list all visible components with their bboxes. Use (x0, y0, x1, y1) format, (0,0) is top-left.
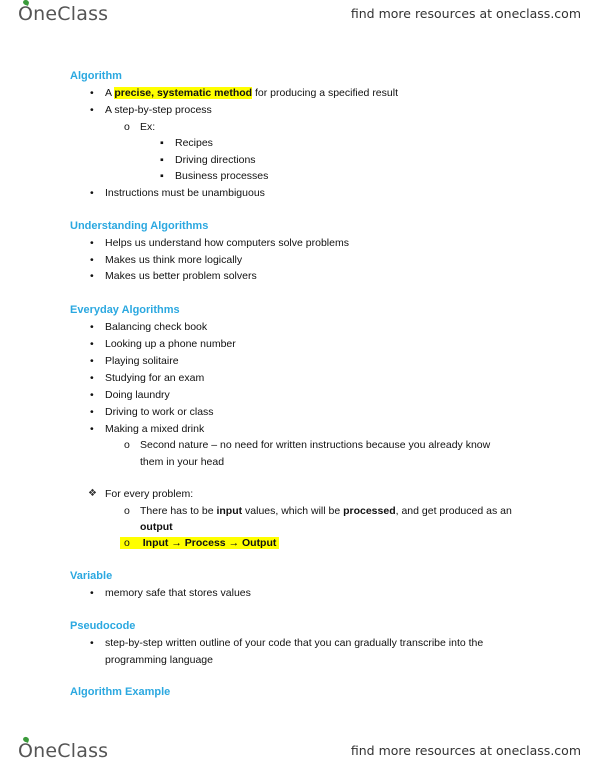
list-item: step-by-step written outline of your cod… (105, 637, 484, 649)
bullet-icon: • (90, 406, 94, 418)
list-item: Helps us understand how computers solve … (105, 237, 349, 249)
oneclass-logo[interactable]: OneClass (18, 0, 108, 25)
list-item: Business processes (175, 170, 269, 182)
list-item: A precise, systematic method for produci… (105, 87, 398, 99)
list-item: Balancing check book (105, 321, 208, 333)
bullet-icon: • (90, 254, 94, 266)
heading-algorithm-example: Algorithm Example (70, 686, 171, 698)
page-header: OneClass find more resources at oneclass… (0, 0, 595, 30)
arrow-icon: → (171, 537, 182, 549)
square-bullet-icon: ▪ (160, 170, 164, 182)
highlighted-flow-item: o Input → Process → Output (120, 537, 280, 549)
sub-bullet-icon: o (124, 505, 130, 517)
list-item-continuation: output (140, 521, 173, 533)
list-item: Makes us think more logically (105, 254, 243, 266)
list-item: Ex: (140, 121, 156, 133)
list-item: Driving directions (175, 154, 256, 166)
list-item: Second nature – no need for written inst… (140, 439, 491, 451)
sub-bullet-icon: o (124, 537, 130, 549)
list-item-continuation: programming language (105, 654, 213, 666)
oneclass-logo[interactable]: OneClass (18, 736, 108, 762)
heading-understanding-algorithms: Understanding Algorithms (70, 220, 209, 232)
bullet-icon: • (90, 87, 94, 99)
heading-pseudocode: Pseudocode (70, 620, 136, 632)
sub-bullet-icon: o (124, 121, 130, 133)
list-item: For every problem: (105, 488, 194, 500)
list-item: Making a mixed drink (105, 423, 205, 435)
list-item: memory safe that stores values (105, 587, 251, 599)
square-bullet-icon: ▪ (160, 154, 164, 166)
list-item: Instructions must be unambiguous (105, 187, 265, 199)
footer-tagline-link[interactable]: find more resources at oneclass.com (351, 743, 581, 758)
bullet-icon: • (90, 587, 94, 599)
sub-bullet-icon: o (124, 439, 130, 451)
list-item-continuation: them in your head (140, 456, 225, 468)
list-item: Makes us better problem solvers (105, 270, 257, 282)
highlighted-term: precise, systematic method (114, 87, 253, 99)
square-bullet-icon: ▪ (160, 137, 164, 149)
bullet-icon: • (90, 389, 94, 401)
bullet-icon: • (90, 355, 94, 367)
diamond-bullet-icon: ❖ (88, 488, 97, 499)
bullet-icon: • (90, 321, 94, 333)
heading-everyday-algorithms: Everyday Algorithms (70, 304, 180, 316)
bullet-icon: • (90, 338, 94, 350)
bullet-icon: • (90, 637, 94, 649)
list-item: Playing solitaire (105, 355, 179, 367)
bullet-icon: • (90, 372, 94, 384)
arrow-icon: → (228, 537, 240, 549)
list-item: There has to be input values, which will… (140, 505, 512, 517)
list-item: Doing laundry (105, 389, 170, 401)
bullet-icon: • (90, 423, 94, 435)
heading-algorithm: Algorithm (70, 70, 122, 82)
bullet-icon: • (90, 237, 94, 249)
list-item: Driving to work or class (105, 406, 214, 418)
heading-variable: Variable (70, 570, 113, 582)
bullet-icon: • (90, 270, 94, 282)
bullet-icon: • (90, 104, 94, 116)
bullet-icon: • (90, 187, 94, 199)
list-item: Recipes (175, 137, 213, 149)
list-item: Looking up a phone number (105, 338, 236, 350)
header-tagline-link[interactable]: find more resources at oneclass.com (351, 6, 581, 21)
list-item: Studying for an exam (105, 372, 205, 384)
page-footer: OneClass find more resources at oneclass… (0, 736, 595, 767)
list-item: A step-by-step process (105, 104, 212, 116)
